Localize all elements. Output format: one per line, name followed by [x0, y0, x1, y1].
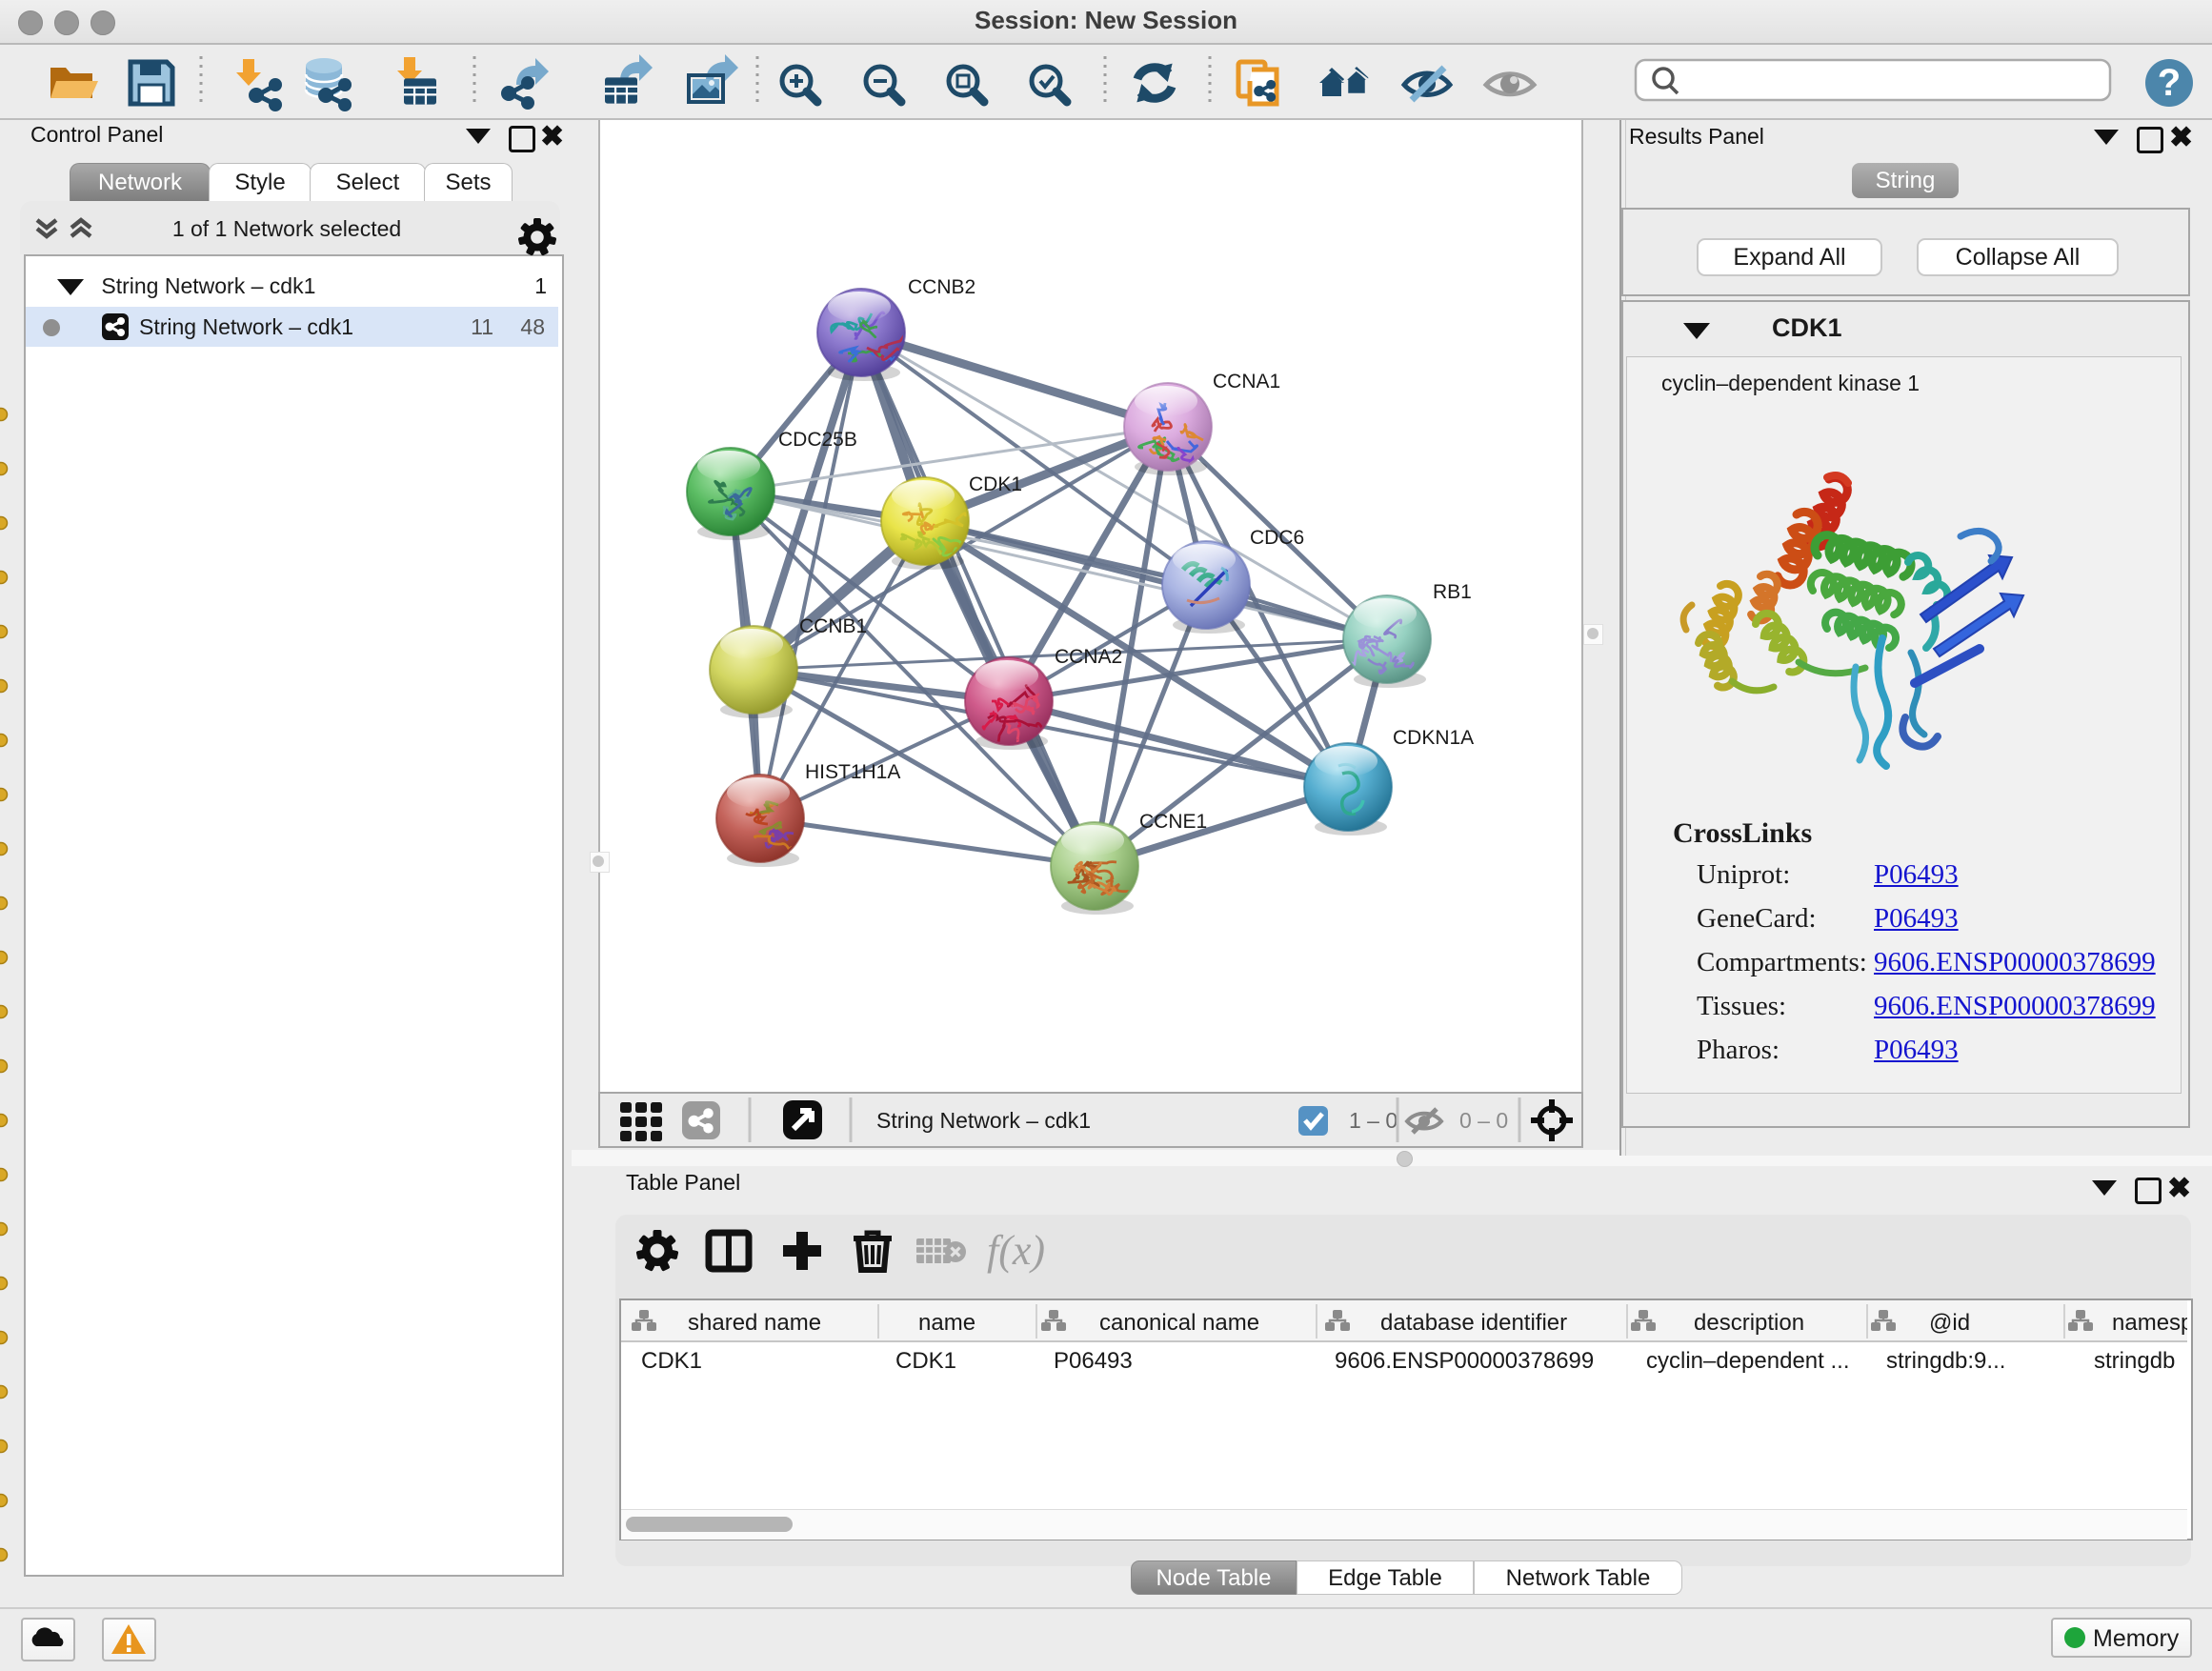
svg-text:String Network – cdk1: String Network – cdk1 [876, 1108, 1091, 1133]
svg-text:CCNE1: CCNE1 [1139, 811, 1207, 833]
svg-text:CDC25B: CDC25B [778, 429, 857, 451]
svg-text:CDK1: CDK1 [969, 473, 1022, 495]
svg-text:name: name [918, 1310, 975, 1336]
svg-text:CCNB2: CCNB2 [908, 276, 975, 298]
svg-text:0 – 0: 0 – 0 [1459, 1108, 1508, 1133]
svg-text:CDC6: CDC6 [1250, 527, 1304, 549]
svg-text:RB1: RB1 [1433, 581, 1472, 603]
svg-text:CCNA2: CCNA2 [1055, 646, 1122, 668]
svg-text:description: description [1694, 1310, 1804, 1336]
svg-text:CCNB1: CCNB1 [799, 615, 867, 637]
svg-text:HIST1H1A: HIST1H1A [805, 761, 900, 783]
svg-text:?: ? [2158, 62, 2181, 104]
svg-text:1 – 0: 1 – 0 [1349, 1108, 1398, 1133]
svg-text:canonical name: canonical name [1099, 1310, 1259, 1336]
svg-text:namespac: namespac [2112, 1310, 2187, 1336]
svg-text:shared name: shared name [688, 1310, 821, 1336]
svg-text:@id: @id [1929, 1310, 1970, 1336]
svg-text:CDKN1A: CDKN1A [1393, 727, 1474, 749]
svg-text:database identifier: database identifier [1380, 1310, 1567, 1336]
svg-text:f(x): f(x) [987, 1227, 1045, 1274]
svg-text:CCNA1: CCNA1 [1213, 371, 1280, 393]
